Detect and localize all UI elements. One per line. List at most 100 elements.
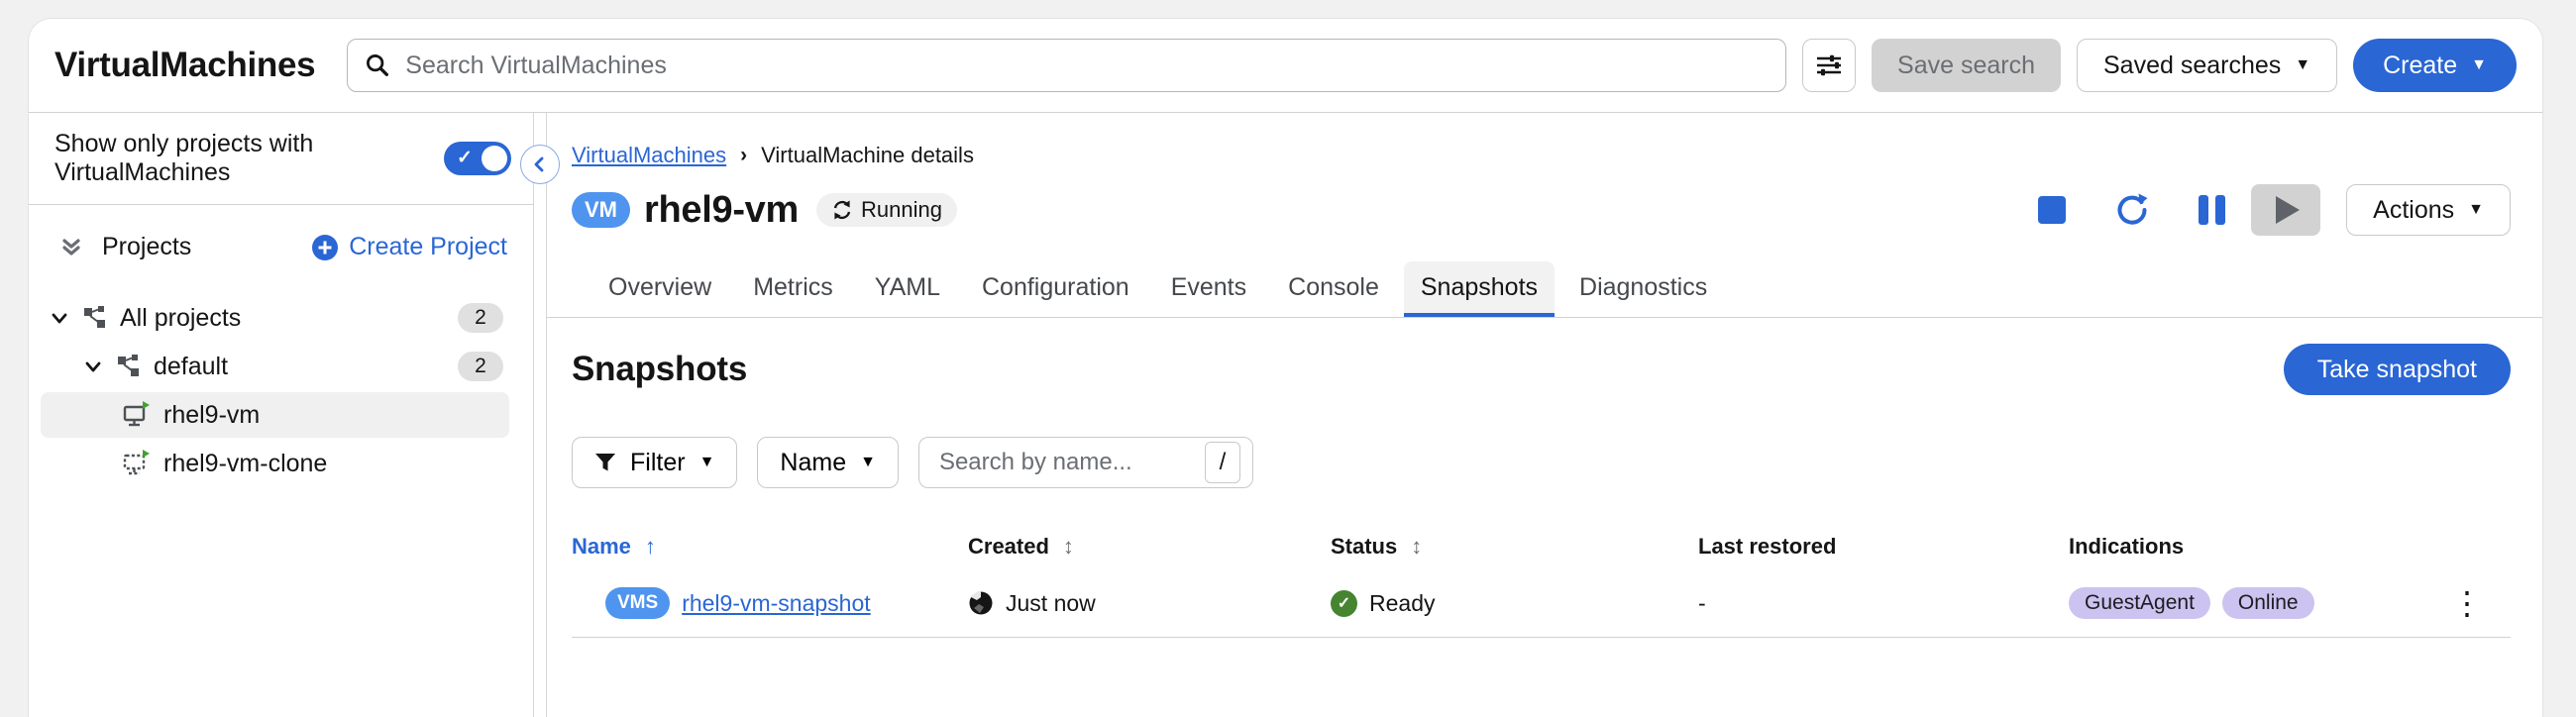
chevron-down-icon[interactable] [49, 307, 70, 329]
name-filter-label: Name [780, 448, 847, 476]
app-card: VirtualMachines Save search Saved [28, 18, 2543, 717]
tree-item-all-projects[interactable]: All projects 2 [41, 295, 509, 341]
chevron-down-icon: ▼ [860, 454, 876, 470]
sidebar-collapse-button[interactable] [520, 145, 560, 184]
take-snapshot-button[interactable]: Take snapshot [2283, 344, 2511, 395]
restart-vm-button[interactable] [2113, 191, 2151, 229]
column-header-last-restored: Last restored [1698, 534, 1837, 559]
filter-label: Filter [630, 448, 686, 476]
projects-tree: All projects 2 default 2 rhel9-vm rhel9-… [29, 295, 533, 486]
play-icon [2276, 196, 2301, 224]
count-badge: 2 [458, 352, 503, 381]
sort-icon[interactable]: ↕ [1411, 534, 1422, 560]
snapshots-section-header: Snapshots Take snapshot [547, 344, 2542, 395]
indication-badge: Online [2221, 587, 2314, 619]
chevron-down-icon: ▼ [2468, 201, 2484, 218]
virtual-machine-icon [122, 400, 152, 430]
indication-badge: GuestAgent [2069, 587, 2210, 619]
vm-name: rhel9-vm [644, 188, 800, 231]
snapshot-search-input[interactable] [936, 448, 1205, 477]
vm-status-label: Running [861, 197, 942, 222]
saved-searches-dropdown[interactable]: Saved searches ▼ [2076, 39, 2338, 92]
masthead: VirtualMachines Save search Saved [29, 19, 2542, 113]
tab-diagnostics[interactable]: Diagnostics [1562, 261, 1724, 317]
toggle-knob [482, 146, 507, 171]
vm-details-main: VirtualMachines › VirtualMachine details… [547, 113, 2542, 717]
column-header-name[interactable]: Name ↑ [572, 534, 968, 560]
show-only-projects-label: Show only projects with VirtualMachines [54, 130, 314, 186]
save-search-button[interactable]: Save search [1872, 39, 2061, 92]
tab-metrics[interactable]: Metrics [736, 261, 850, 317]
pause-vm-button[interactable] [2199, 195, 2226, 225]
tab-yaml[interactable]: YAML [858, 261, 957, 317]
breadcrumb-virtualmachines-link[interactable]: VirtualMachines [572, 143, 726, 168]
actions-dropdown[interactable]: Actions ▼ [2346, 184, 2511, 236]
tab-snapshots[interactable]: Snapshots [1403, 261, 1556, 317]
global-search[interactable] [347, 39, 1787, 92]
table-row: VMS rhel9-vm-snapshot Just now ✓ Ready -… [572, 569, 2511, 638]
column-header-status[interactable]: Status ↕ [1331, 534, 1698, 560]
content-body: Show only projects with VirtualMachines … [29, 113, 2542, 717]
sidebar-gutter [520, 113, 560, 717]
snapshot-search[interactable]: / [917, 437, 1253, 488]
tree-item-default[interactable]: default 2 [41, 344, 509, 389]
vm-title-row: VM rhel9-vm Running Actions ▼ [547, 184, 2542, 236]
create-project-link[interactable]: Create Project [311, 233, 507, 261]
projects-sidebar: Show only projects with VirtualMachines … [29, 113, 534, 717]
vm-status-badge: Running [816, 193, 957, 227]
tree-item-rhel9-vm-clone[interactable]: rhel9-vm-clone [41, 441, 509, 486]
saved-searches-label: Saved searches [2102, 51, 2282, 79]
created-cell: Just now [968, 590, 1331, 617]
advanced-search-button[interactable] [1802, 39, 1857, 92]
start-vm-button-disabled[interactable] [2251, 184, 2321, 236]
stop-vm-button[interactable] [2038, 196, 2067, 224]
chevron-left-icon [531, 155, 549, 173]
filter-dropdown[interactable]: Filter ▼ [572, 437, 738, 488]
snapshot-name-cell: VMS rhel9-vm-snapshot [572, 587, 968, 619]
column-header-created[interactable]: Created ↕ [968, 534, 1331, 560]
tree-item-label: rhel9-vm-clone [163, 449, 328, 477]
pause-icon [2199, 195, 2226, 225]
stop-icon [2038, 196, 2067, 224]
vm-controls: Actions ▼ [2038, 184, 2511, 236]
plus-circle-icon [311, 234, 339, 261]
tree-item-label: rhel9-vm [163, 400, 261, 429]
collapse-all-icon[interactable] [58, 235, 84, 260]
row-kebab-menu[interactable]: ⋮ [2441, 584, 2493, 622]
toggle-check-icon: ✓ [457, 148, 473, 168]
tab-overview[interactable]: Overview [591, 261, 728, 317]
create-button[interactable]: Create ▼ [2353, 39, 2517, 92]
create-project-label: Create Project [349, 233, 507, 260]
filter-icon [594, 452, 616, 473]
snapshots-toolbar: Filter ▼ Name ▼ / [547, 437, 2542, 488]
sort-ascending-icon[interactable]: ↑ [645, 534, 656, 560]
sort-icon[interactable]: ↕ [1063, 534, 1074, 560]
tab-events[interactable]: Events [1154, 261, 1263, 317]
name-filter-dropdown[interactable]: Name ▼ [757, 437, 899, 488]
column-header-indications: Indications [2069, 534, 2185, 559]
chevron-down-icon: ▼ [2295, 56, 2311, 73]
timestamp-globe-icon [968, 590, 994, 616]
table-header-row: Name ↑ Created ↕ Status ↕ Last restored … [572, 534, 2511, 560]
created-value: Just now [1006, 589, 1096, 616]
status-cell: ✓ Ready [1331, 589, 1698, 617]
projects-header: Projects Create Project [29, 233, 533, 261]
show-only-projects-row: Show only projects with VirtualMachines … [29, 113, 533, 205]
tab-configuration[interactable]: Configuration [965, 261, 1146, 317]
global-search-input[interactable] [403, 50, 1771, 81]
status-value: Ready [1369, 589, 1436, 616]
last-restored-cell: - [1698, 590, 2069, 617]
count-badge: 2 [458, 303, 503, 333]
show-only-projects-toggle[interactable]: ✓ [444, 142, 511, 175]
search-icon [364, 51, 391, 79]
chevron-down-icon[interactable] [82, 356, 104, 377]
project-icon [116, 354, 142, 379]
tab-console[interactable]: Console [1271, 261, 1396, 317]
breadcrumb-current: VirtualMachine details [761, 143, 974, 167]
projects-label: Projects [102, 233, 192, 260]
snapshots-table: Name ↑ Created ↕ Status ↕ Last restored … [547, 534, 2542, 638]
page-title: VirtualMachines [54, 46, 316, 84]
tree-item-rhel9-vm[interactable]: rhel9-vm [41, 392, 509, 438]
sliders-icon [1814, 51, 1844, 80]
snapshot-link[interactable]: rhel9-vm-snapshot [682, 590, 870, 617]
